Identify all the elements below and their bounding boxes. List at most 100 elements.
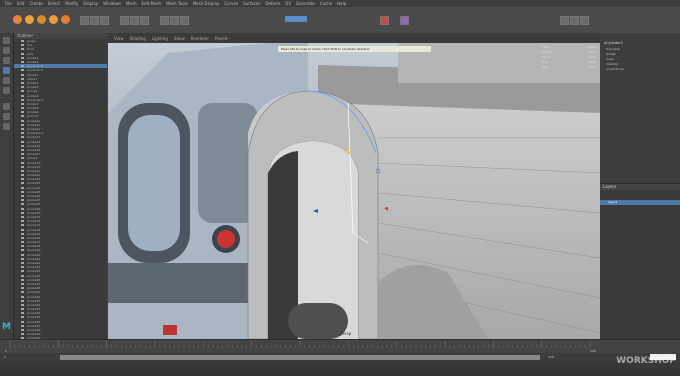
render-settings-icon[interactable] xyxy=(180,16,189,25)
modeling-toolkit-icon[interactable] xyxy=(400,16,409,25)
mesh-icon xyxy=(21,303,24,306)
range-slider[interactable]: 1 120 xyxy=(0,353,680,362)
mesh-icon xyxy=(21,270,24,273)
menu-item[interactable]: Cache xyxy=(320,1,332,6)
mesh-icon xyxy=(21,140,24,143)
menu-item[interactable]: Display xyxy=(83,1,98,6)
menu-item[interactable]: Windows xyxy=(103,1,121,6)
select-tool-icon[interactable] xyxy=(3,37,10,44)
menu-item[interactable]: UV xyxy=(285,1,291,6)
viewport-3d[interactable]: persp xyxy=(108,43,600,339)
viewport-menu-bar: View Shading Lighting Show Renderer Panels xyxy=(108,33,600,43)
mesh-icon xyxy=(21,178,24,181)
maya-logo-icon: M xyxy=(2,322,11,332)
ipr-render-icon[interactable] xyxy=(170,16,179,25)
mesh-icon xyxy=(21,186,24,189)
in-view-message: Press Ctrl to snap to mesh. Hold Shift t… xyxy=(278,46,431,52)
outliner-list: persp top front side pCube1 pCube2 pCylinder1 p… xyxy=(14,39,107,341)
mesh-icon xyxy=(21,291,24,294)
help-line xyxy=(0,369,680,376)
channel-box-item[interactable]: polyExtrude xyxy=(600,67,680,72)
toggle-attribute-editor-icon[interactable] xyxy=(570,16,579,25)
toggle-tool-settings-icon[interactable] xyxy=(580,16,589,25)
mesh-icon xyxy=(21,262,24,265)
toggle-channel-box-icon[interactable] xyxy=(560,16,569,25)
single-layout-icon[interactable] xyxy=(3,103,10,110)
viewport-menu-item[interactable]: Show xyxy=(174,36,185,41)
hypershade-icon[interactable] xyxy=(380,16,389,25)
snap-point-icon[interactable] xyxy=(140,16,149,25)
menu-item[interactable]: Mesh Display xyxy=(193,1,220,6)
move-tool-icon[interactable] xyxy=(3,67,10,74)
range-end: 120 xyxy=(548,355,554,359)
command-line[interactable] xyxy=(0,362,680,369)
rotate-tool-icon[interactable] xyxy=(3,77,10,84)
viewport-menu-item[interactable]: Renderer xyxy=(191,36,209,41)
live-surface-field[interactable] xyxy=(285,16,307,22)
mesh-icon xyxy=(21,236,24,239)
mesh-icon xyxy=(21,211,24,214)
paint-select-icon[interactable] xyxy=(3,57,10,64)
mesh-icon xyxy=(21,69,24,72)
hud-row: UVs: 1378 xyxy=(538,64,600,69)
menu-item[interactable]: Generate xyxy=(296,1,315,6)
menu-item[interactable]: Help xyxy=(337,1,346,6)
redo-icon[interactable] xyxy=(61,15,70,24)
menu-item[interactable]: Edit xyxy=(17,1,25,6)
menu-item[interactable]: Mesh xyxy=(126,1,137,6)
mesh-icon xyxy=(21,115,24,118)
mesh-icon xyxy=(21,241,24,244)
hud-label: Edges: xyxy=(542,49,553,54)
menu-item[interactable]: Deform xyxy=(265,1,280,6)
snap-curve-icon[interactable] xyxy=(130,16,139,25)
new-scene-icon[interactable] xyxy=(13,15,22,24)
open-scene-icon[interactable] xyxy=(25,15,34,24)
mech-light-bottom xyxy=(163,325,177,335)
hud-value: 1304 xyxy=(588,44,596,49)
mesh-icon xyxy=(21,128,24,131)
viewport-menu-item[interactable]: Panels xyxy=(215,36,228,41)
mesh-icon xyxy=(21,119,24,122)
four-layout-icon[interactable] xyxy=(3,113,10,120)
mesh-icon xyxy=(21,245,24,248)
mesh-icon xyxy=(21,132,24,135)
mesh-icon xyxy=(21,220,24,223)
mesh-icon xyxy=(21,274,24,277)
menu-item[interactable]: Surfaces xyxy=(243,1,260,6)
menu-item[interactable]: Select xyxy=(48,1,60,6)
mesh-icon xyxy=(21,308,24,311)
layer-row[interactable]: layer1 xyxy=(600,200,680,205)
viewport-menu-item[interactable]: Lighting xyxy=(152,36,168,41)
select-by-object-icon[interactable] xyxy=(90,16,99,25)
range-bar[interactable] xyxy=(60,355,540,360)
time-slider[interactable]: 1 120 xyxy=(0,339,680,354)
layers-header: Layers xyxy=(600,184,680,190)
snap-grid-icon[interactable] xyxy=(120,16,129,25)
mesh-icon xyxy=(21,61,24,64)
menu-item[interactable]: File xyxy=(5,1,12,6)
viewport-menu-item[interactable]: View xyxy=(114,36,124,41)
hud-label: Tris: xyxy=(542,59,549,64)
menu-item[interactable]: Edit Mesh xyxy=(142,1,162,6)
mesh-icon xyxy=(21,215,24,218)
outliner-layout-icon[interactable] xyxy=(3,123,10,130)
render-icon[interactable] xyxy=(160,16,169,25)
save-scene-icon[interactable] xyxy=(37,15,46,24)
mesh-icon xyxy=(21,228,24,231)
lasso-tool-icon[interactable] xyxy=(3,47,10,54)
mesh-icon xyxy=(21,111,24,114)
select-by-component-icon[interactable] xyxy=(100,16,109,25)
hud-label: Faces: xyxy=(542,54,552,59)
mesh-icon xyxy=(21,153,24,156)
mesh-icon xyxy=(21,90,24,93)
menu-item[interactable]: Mesh Tools xyxy=(166,1,188,6)
hud-value: 2540 xyxy=(588,59,596,64)
menu-item[interactable]: Modify xyxy=(65,1,78,6)
menu-item[interactable]: Curves xyxy=(224,1,238,6)
scale-tool-icon[interactable] xyxy=(3,87,10,94)
layer-editor: Layers layer1 xyxy=(600,183,680,340)
select-by-hierarchy-icon[interactable] xyxy=(80,16,89,25)
viewport-menu-item[interactable]: Shading xyxy=(130,36,146,41)
undo-icon[interactable] xyxy=(49,15,58,24)
menu-item[interactable]: Create xyxy=(29,1,42,6)
